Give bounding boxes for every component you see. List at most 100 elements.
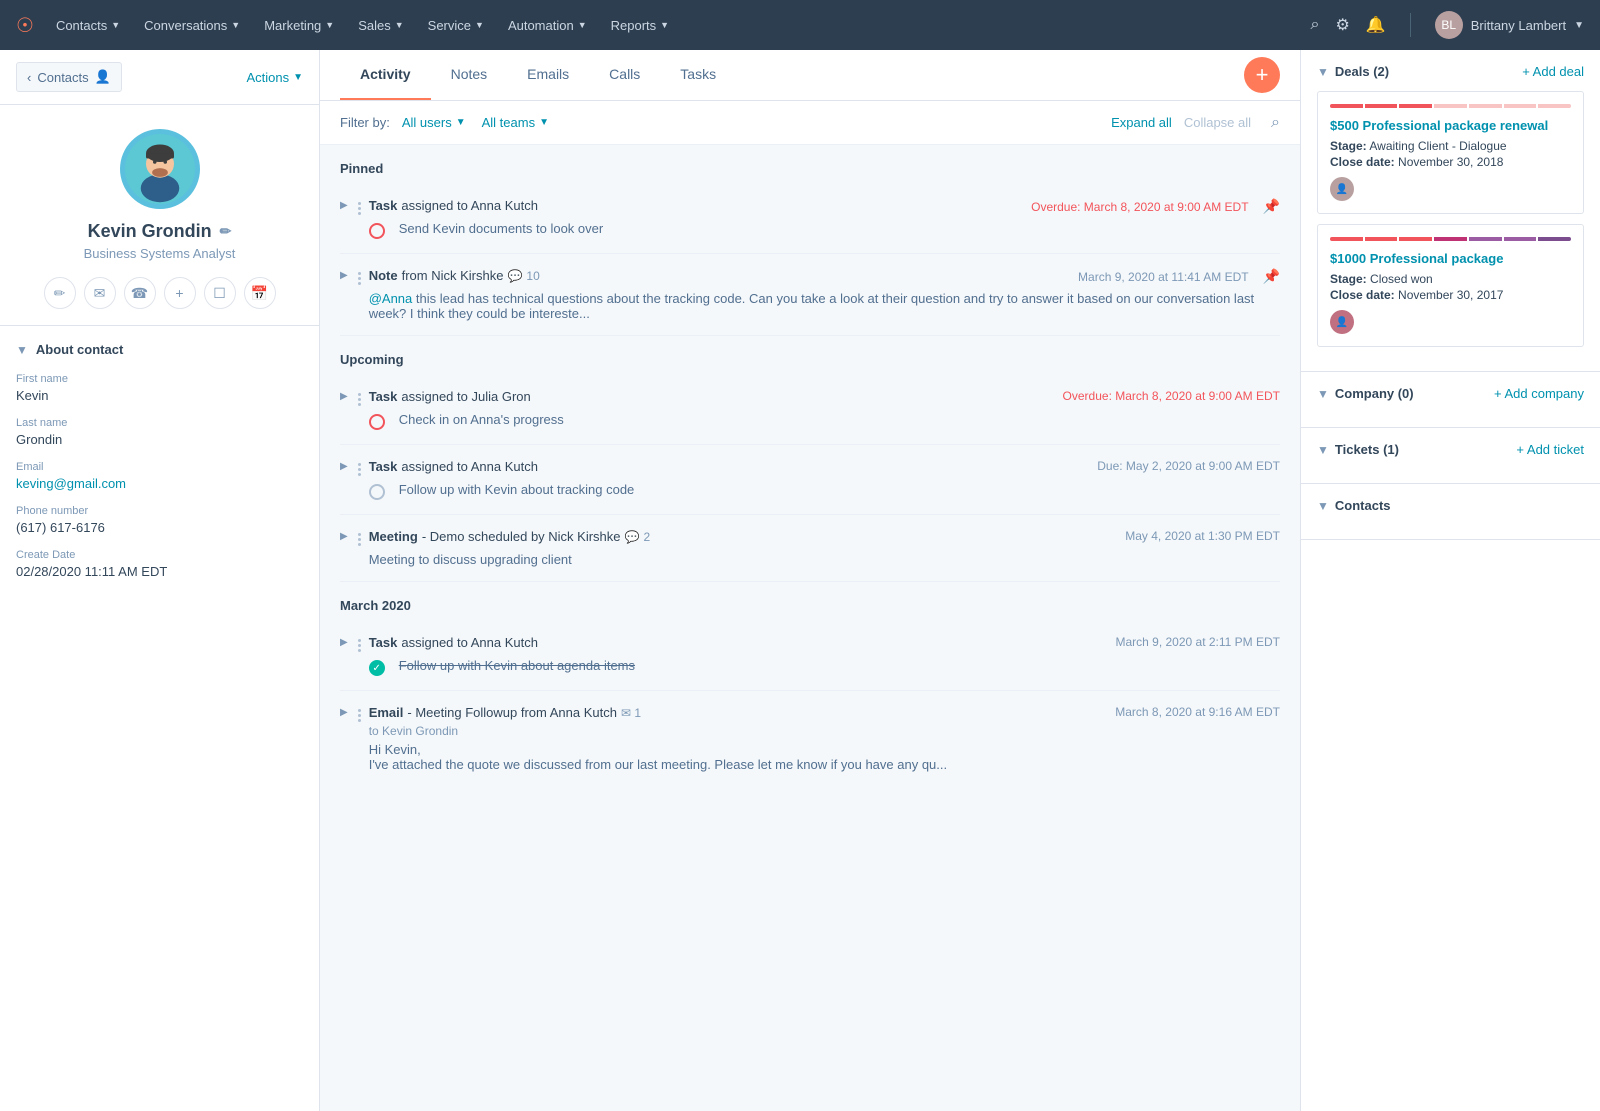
deal-name-2[interactable]: $1000 Professional package	[1330, 251, 1571, 266]
activity-title: Task assigned to Anna Kutch	[369, 459, 538, 474]
expand-icon[interactable]: ▶	[340, 707, 348, 718]
search-icon[interactable]: ⌕	[1310, 16, 1319, 34]
progress-seg	[1469, 237, 1502, 241]
user-name: Brittany Lambert	[1471, 18, 1566, 33]
activity-body: ✓ Follow up with Kevin about agenda item…	[369, 658, 1280, 676]
add-deal-link[interactable]: + Add deal	[1522, 64, 1584, 79]
progress-seg	[1330, 237, 1363, 241]
drag-handle[interactable]	[358, 272, 361, 285]
deal-close-2: Close date: November 30, 2017	[1330, 288, 1571, 302]
notifications-icon[interactable]: 🔔	[1366, 15, 1386, 35]
task-status-icon	[369, 484, 385, 500]
deal-owner-avatar-1: 👤	[1330, 177, 1354, 201]
company-title[interactable]: ▼ Company (0)	[1317, 386, 1414, 401]
tab-calls[interactable]: Calls	[589, 50, 660, 100]
nav-marketing[interactable]: Marketing ▼	[254, 12, 344, 39]
activity-content: Task assigned to Julia Gron Overdue: Mar…	[369, 389, 1280, 430]
activity-feed: Pinned ▶ Task assigned to Anna Kutch Ove…	[320, 145, 1300, 1111]
nav-service[interactable]: Service ▼	[418, 12, 494, 39]
nav-contacts[interactable]: Contacts ▼	[46, 12, 130, 39]
activity-content: Task assigned to Anna Kutch Overdue: Mar…	[369, 198, 1280, 239]
deal-close-1: Close date: November 30, 2018	[1330, 155, 1571, 169]
comment-icon: 💬	[625, 530, 640, 544]
drag-handle[interactable]	[358, 463, 361, 476]
drag-handle[interactable]	[358, 533, 361, 546]
top-navigation: ☉ Contacts ▼ Conversations ▼ Marketing ▼…	[0, 0, 1600, 50]
activity-content: Email - Meeting Followup from Anna Kutch…	[369, 705, 1280, 772]
user-menu[interactable]: BL Brittany Lambert ▼	[1435, 11, 1584, 39]
add-activity-button[interactable]: +	[1244, 57, 1280, 93]
field-phone: Phone number (617) 617-6176	[16, 505, 303, 535]
about-header[interactable]: ▼ About contact	[16, 342, 303, 357]
contact-avatar	[120, 129, 200, 209]
progress-seg	[1469, 104, 1502, 108]
add-action-button[interactable]: +	[164, 277, 196, 309]
expand-icon[interactable]: ▶	[340, 637, 348, 648]
all-users-filter[interactable]: All users ▼	[398, 113, 470, 132]
all-teams-filter[interactable]: All teams ▼	[478, 113, 553, 132]
right-panel: ▼ Deals (2) + Add deal $500 Professional…	[1300, 50, 1600, 1111]
progress-seg	[1504, 104, 1537, 108]
sidebar-header: ‹ Contacts 👤 Actions ▼	[0, 50, 319, 105]
contacts-title[interactable]: ▼ Contacts	[1317, 498, 1391, 513]
progress-seg	[1504, 237, 1537, 241]
settings-icon[interactable]: ⚙	[1335, 15, 1349, 35]
expand-icon[interactable]: ▶	[340, 531, 348, 542]
nav-reports[interactable]: Reports ▼	[601, 12, 679, 39]
progress-seg	[1434, 104, 1467, 108]
company-chevron-icon: ▼	[1317, 387, 1329, 401]
actions-chevron: ▼	[293, 72, 303, 83]
add-ticket-link[interactable]: + Add ticket	[1516, 442, 1584, 457]
activity-content: Note from Nick Kirshke 💬 10 March 9, 202…	[369, 268, 1280, 321]
tab-emails[interactable]: Emails	[507, 50, 589, 100]
edit-contact-icon[interactable]: ✏	[220, 223, 232, 240]
expand-icon[interactable]: ▶	[340, 270, 348, 281]
drag-handle[interactable]	[358, 393, 361, 406]
tab-activity[interactable]: Activity	[340, 50, 431, 100]
contacts-section-header: ▼ Contacts	[1317, 498, 1584, 513]
task-status-icon: ✓	[369, 660, 385, 676]
march-email-1: ▶ Email - Meeting Followup from Anna Kut…	[340, 691, 1280, 786]
call-action-button[interactable]: ☎	[124, 277, 156, 309]
nav-conversations[interactable]: Conversations ▼	[134, 12, 250, 39]
teams-filter-chevron: ▼	[539, 117, 549, 128]
expand-all-button[interactable]: Expand all	[1111, 115, 1172, 130]
nav-sales[interactable]: Sales ▼	[348, 12, 413, 39]
main-content: Activity Notes Emails Calls Tasks + Filt…	[320, 50, 1300, 1111]
field-last-name: Last name Grondin	[16, 417, 303, 447]
expand-icon[interactable]: ▶	[340, 391, 348, 402]
pin-icon[interactable]: 📌	[1263, 198, 1280, 215]
nav-automation[interactable]: Automation ▼	[498, 12, 597, 39]
expand-icon[interactable]: ▶	[340, 461, 348, 472]
drag-handle[interactable]	[358, 202, 361, 215]
tab-notes[interactable]: Notes	[431, 50, 508, 100]
activity-time: March 9, 2020 at 2:11 PM EDT	[1099, 635, 1280, 649]
deal-name-1[interactable]: $500 Professional package renewal	[1330, 118, 1571, 133]
contacts-chevron-icon: ▼	[1317, 499, 1329, 513]
progress-seg	[1538, 104, 1571, 108]
drag-handle[interactable]	[358, 709, 361, 722]
upcoming-section-header: Upcoming	[340, 336, 1280, 375]
drag-handle[interactable]	[358, 639, 361, 652]
comment-count: 2	[643, 530, 650, 544]
tab-tasks[interactable]: Tasks	[660, 50, 736, 100]
activity-title: Task assigned to Julia Gron	[369, 389, 531, 404]
write-action-button[interactable]: ✏	[44, 277, 76, 309]
contact-name: Kevin Grondin ✏	[88, 221, 232, 242]
email-action-button[interactable]: ✉	[84, 277, 116, 309]
calendar-action-button[interactable]: 📅	[244, 277, 276, 309]
add-company-link[interactable]: + Add company	[1494, 386, 1584, 401]
activity-search-icon[interactable]: ⌕	[1271, 114, 1280, 132]
contact-quick-actions: ✏ ✉ ☎ + ☐ 📅	[44, 277, 276, 309]
collapse-all-button[interactable]: Collapse all	[1184, 115, 1251, 130]
back-to-contacts-button[interactable]: ‹ Contacts 👤	[16, 62, 122, 92]
task-action-button[interactable]: ☐	[204, 277, 236, 309]
hubspot-logo[interactable]: ☉	[16, 13, 34, 38]
activity-content: Task assigned to Anna Kutch March 9, 202…	[369, 635, 1280, 676]
actions-button[interactable]: Actions ▼	[246, 70, 303, 85]
pin-icon[interactable]: 📌	[1263, 268, 1280, 285]
left-sidebar: ‹ Contacts 👤 Actions ▼	[0, 50, 320, 1111]
tickets-title[interactable]: ▼ Tickets (1)	[1317, 442, 1399, 457]
expand-icon[interactable]: ▶	[340, 200, 348, 211]
deals-title[interactable]: ▼ Deals (2)	[1317, 64, 1389, 79]
